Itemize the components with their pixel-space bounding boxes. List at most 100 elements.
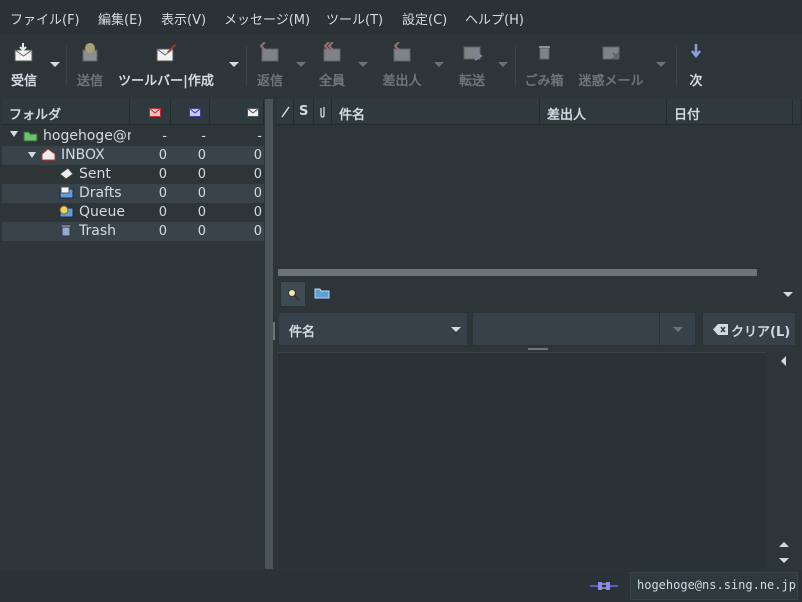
receive-button[interactable]: 受信	[4, 36, 44, 94]
reply-button[interactable]: 返信	[252, 36, 288, 94]
account-status-label: hogehoge@ns.sing.ne.jp	[637, 578, 796, 592]
new-count: 0	[158, 205, 167, 220]
search-history-dropdown[interactable]	[673, 327, 683, 332]
preview-resize-handle[interactable]	[528, 348, 548, 350]
subject-column-label: 件名	[339, 108, 366, 123]
expand-arrow-icon[interactable]	[28, 152, 36, 158]
forward-button[interactable]: 転送	[454, 36, 490, 94]
receive-label: 受信	[10, 74, 37, 89]
unread-count: 0	[197, 148, 206, 163]
new-count: 0	[158, 167, 167, 182]
menubar: ファイル(F) 編集(E) 表示(V) メッセージ(M) ツール(T) 設定(C…	[0, 0, 802, 34]
total-count: 0	[253, 224, 262, 239]
folder-row-sent[interactable]: Sent 0 0 0	[2, 165, 264, 184]
search-icon	[288, 289, 300, 301]
receive-dropdown[interactable]	[50, 62, 60, 67]
reply-all-icon	[323, 42, 341, 62]
account-name: hogehoge@ns	[43, 128, 131, 144]
new-count-header[interactable]	[130, 99, 171, 125]
receive-mail-icon	[14, 43, 33, 62]
from-column-label: 差出人	[547, 108, 587, 123]
inbox-icon	[41, 148, 56, 161]
splitter-handle[interactable]	[273, 322, 275, 340]
folder-header-label: フォルダ	[9, 108, 62, 123]
compose-button[interactable]: ツールバー|作成	[116, 36, 216, 94]
unread-count: 0	[197, 224, 206, 239]
junk-button[interactable]: 迷惑メール	[576, 36, 646, 94]
menu-settings[interactable]: 設定(C)	[402, 9, 447, 28]
folder-row-queue[interactable]: Queue 0 0 0	[2, 203, 264, 222]
date-column-header[interactable]: 日付	[667, 99, 793, 125]
from-column-header[interactable]: 差出人	[540, 99, 667, 125]
folder-search-icon[interactable]	[314, 287, 330, 299]
pane-splitter[interactable]	[265, 99, 273, 569]
collapse-arrow-icon[interactable]	[781, 356, 786, 366]
search-input[interactable]	[472, 312, 696, 346]
input-divider	[659, 313, 660, 345]
new-count: 0	[158, 148, 167, 163]
subject-column-header[interactable]: 件名	[332, 99, 540, 125]
date-column-label: 日付	[674, 108, 701, 123]
attachment-column-header[interactable]	[314, 99, 332, 125]
status-column-header[interactable]: S	[294, 99, 314, 125]
junk-mail-icon	[602, 46, 620, 60]
total-count-header[interactable]	[210, 99, 264, 125]
horizontal-scrollbar[interactable]	[278, 269, 757, 276]
message-view-scrollbar[interactable]	[766, 352, 802, 568]
trash-folder-icon	[60, 224, 72, 237]
folder-row-trash[interactable]: Trash 0 0 0	[2, 222, 264, 241]
unread-count-header[interactable]	[171, 99, 210, 125]
total-count: 0	[253, 148, 262, 163]
reply-dropdown[interactable]	[296, 62, 306, 67]
queue-folder-icon	[59, 205, 74, 218]
scroll-up-icon[interactable]	[779, 542, 789, 547]
scroll-down-icon[interactable]	[779, 558, 789, 563]
extra-column-header	[793, 99, 802, 125]
folder-name: Drafts	[79, 185, 122, 201]
folder-row-inbox[interactable]: INBOX 0 0 0	[2, 146, 264, 165]
message-list: S 件名 差出人 日付	[277, 99, 802, 279]
account-status[interactable]: hogehoge@ns.sing.ne.jp	[630, 572, 798, 600]
toolbar-separator	[66, 46, 67, 86]
unread-count: -	[201, 129, 206, 144]
new-count: -	[162, 129, 167, 144]
mark-column-header[interactable]	[277, 99, 294, 125]
compose-dropdown[interactable]	[229, 62, 239, 67]
junk-dropdown[interactable]	[656, 62, 666, 67]
clear-button[interactable]: クリア(L)	[702, 312, 796, 346]
folder-column-header[interactable]: フォルダ	[2, 99, 130, 125]
send-label: 送信	[76, 74, 103, 89]
folder-row-drafts[interactable]: Drafts 0 0 0	[2, 184, 264, 203]
account-row[interactable]: hogehoge@ns - - -	[2, 127, 264, 146]
reply-icon	[259, 42, 279, 62]
next-label: 次	[689, 74, 703, 89]
reply-sender-dropdown[interactable]	[434, 62, 444, 67]
expand-arrow-icon[interactable]	[10, 131, 18, 137]
next-button[interactable]: 次	[682, 36, 710, 94]
search-toggle-button[interactable]	[280, 281, 306, 307]
menu-view[interactable]: 表示(V)	[161, 9, 206, 28]
send-button[interactable]: 送信	[72, 36, 108, 94]
reply-sender-button[interactable]: 差出人	[378, 36, 426, 94]
unread-mail-icon	[189, 108, 201, 117]
online-status-icon[interactable]	[590, 581, 618, 591]
menu-tools[interactable]: ツール(T)	[326, 9, 383, 28]
toolbar-separator	[515, 46, 516, 86]
quick-search-bar	[277, 279, 802, 309]
chevron-down-icon	[451, 327, 461, 332]
sent-folder-icon	[59, 167, 74, 180]
menu-file[interactable]: ファイル(F)	[10, 9, 80, 28]
folder-name: Queue	[79, 204, 125, 220]
total-count: 0	[253, 186, 262, 201]
menu-message[interactable]: メッセージ(M)	[224, 9, 310, 28]
send-mail-icon	[82, 43, 98, 62]
menu-edit[interactable]: 編集(E)	[98, 9, 142, 28]
reply-all-button[interactable]: 全員	[314, 36, 350, 94]
forward-dropdown[interactable]	[498, 62, 508, 67]
reply-all-dropdown[interactable]	[358, 62, 368, 67]
menu-help[interactable]: ヘルプ(H)	[465, 9, 524, 28]
search-field-select[interactable]: 件名	[278, 312, 468, 346]
filter-menu-dropdown[interactable]	[783, 292, 793, 297]
forward-icon	[463, 46, 483, 61]
trash-button[interactable]: ごみ箱	[522, 36, 566, 94]
